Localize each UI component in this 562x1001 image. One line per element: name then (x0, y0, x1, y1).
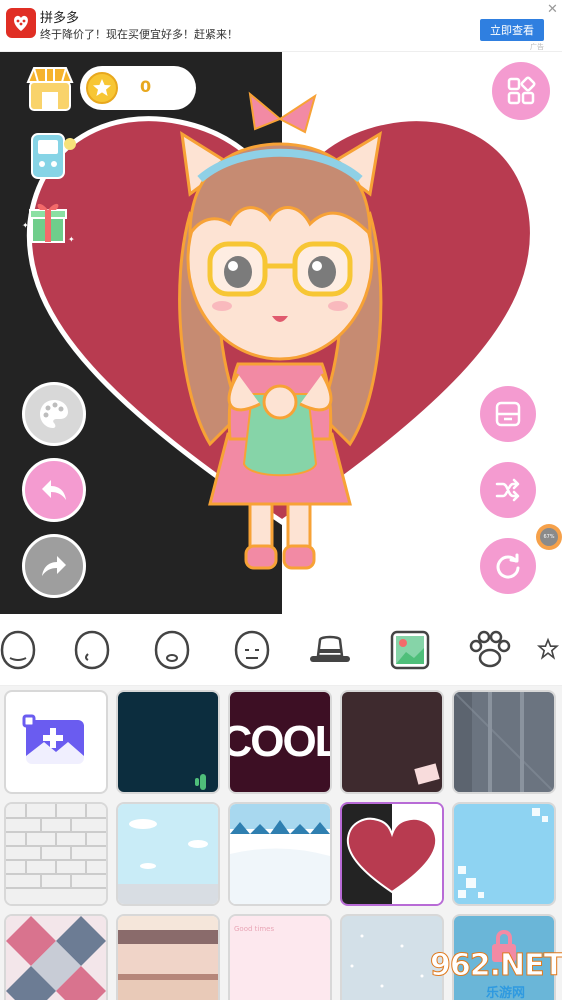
dressup-canvas: 0 ✦ ✦ 67% (0, 52, 562, 614)
bg-tile-street[interactable] (116, 914, 220, 1000)
chibi-character[interactable] (160, 84, 400, 584)
note-icon (414, 763, 440, 785)
bg-tile-brown-note[interactable] (340, 690, 444, 794)
squares-pattern (458, 808, 548, 898)
coin-value: 0 (140, 77, 152, 96)
progress-value: 67% (540, 528, 558, 546)
shuffle-icon (495, 478, 520, 502)
category-pet[interactable] (466, 626, 514, 674)
progress-badge: 67% (536, 524, 562, 550)
pet-paw-icon (469, 630, 511, 668)
bg-tile-heart-selected[interactable] (340, 802, 444, 906)
bg-tile-sky[interactable] (116, 802, 220, 906)
save-icon (495, 401, 521, 427)
bg-tile-brick-wall[interactable] (4, 802, 108, 906)
ad-subtitle: 终于降价了！现在买便宜好多！赶紧来！ (40, 28, 238, 41)
bg-tile-diamond-pattern[interactable] (4, 914, 108, 1000)
grid-menu-icon (507, 76, 536, 105)
star-coin-icon (86, 72, 118, 104)
face-left-icon (74, 630, 110, 670)
ad-title: 拼多多 (40, 11, 80, 26)
ad-banner[interactable]: 拼多多 终于降价了！现在买便宜好多！赶紧来！ 立即查看 ✕ 广告 (0, 0, 562, 52)
face-shape-icon (0, 630, 36, 670)
category-hat[interactable] (306, 626, 354, 674)
reset-icon (496, 553, 520, 579)
undo-button[interactable] (22, 458, 86, 522)
diamond-pattern (6, 916, 106, 1000)
bg-tile-good-times[interactable]: Good times (228, 914, 332, 1000)
heart-pattern (342, 804, 442, 904)
ad-view-button[interactable]: 立即查看 (480, 19, 544, 41)
background-icon (390, 630, 430, 670)
panels-pattern (454, 692, 554, 792)
ad-close-button[interactable]: ✕ (547, 3, 558, 17)
bg-tile-dark-cactus[interactable] (116, 690, 220, 794)
bg-upload-tile[interactable] (4, 690, 108, 794)
game-console-icon (31, 133, 76, 179)
menu-button[interactable] (492, 62, 550, 120)
add-photo-icon (22, 714, 84, 764)
shop-icon (26, 67, 74, 111)
watermark-sub: 乐游网 (486, 986, 526, 1001)
redo-button[interactable] (22, 534, 86, 598)
sky-pattern (118, 804, 218, 904)
site-watermark: 962.NET 乐游网 (424, 948, 562, 1001)
minigame-button[interactable] (26, 130, 78, 182)
redo-icon (42, 556, 66, 576)
shop-button[interactable] (24, 62, 76, 114)
category-bar (0, 614, 562, 686)
snow-pattern (230, 804, 330, 904)
bg-tile-snow[interactable] (228, 802, 332, 906)
brick-pattern (6, 804, 106, 904)
palette-icon (40, 400, 68, 428)
bg-tile-cool[interactable]: COOL (228, 690, 332, 794)
cool-text: COOL (230, 717, 330, 766)
gift-button[interactable]: ✦ ✦ (20, 192, 76, 248)
palette-button[interactable] (22, 382, 86, 446)
good-times-text: Good times (234, 925, 275, 933)
cactus-icon (195, 774, 206, 790)
bg-tile-blue-squares[interactable] (452, 802, 556, 906)
shuffle-button[interactable] (480, 462, 536, 518)
watermark-main: 962.NET (429, 948, 562, 984)
face-closed-icon (234, 630, 270, 670)
street-pattern (118, 916, 218, 1000)
category-more[interactable] (534, 626, 562, 674)
reset-button[interactable] (480, 538, 536, 594)
bg-tile-gray-panels[interactable] (452, 690, 556, 794)
face-mouth-icon (154, 630, 190, 670)
category-face-mouth[interactable] (148, 626, 196, 674)
svg-text:✦: ✦ (22, 221, 29, 230)
hat-icon (310, 635, 350, 662)
svg-text:✦: ✦ (68, 235, 75, 244)
ad-tag: 广告 (530, 43, 544, 51)
pinduoduo-logo-icon (6, 8, 36, 38)
undo-icon (42, 480, 66, 500)
category-face-closed[interactable] (228, 626, 276, 674)
category-face-shape[interactable] (0, 626, 42, 674)
save-button[interactable] (480, 386, 536, 442)
category-face-left[interactable] (68, 626, 116, 674)
gift-icon: ✦ ✦ (22, 203, 75, 244)
category-background[interactable] (386, 626, 434, 674)
more-icon (536, 637, 560, 660)
